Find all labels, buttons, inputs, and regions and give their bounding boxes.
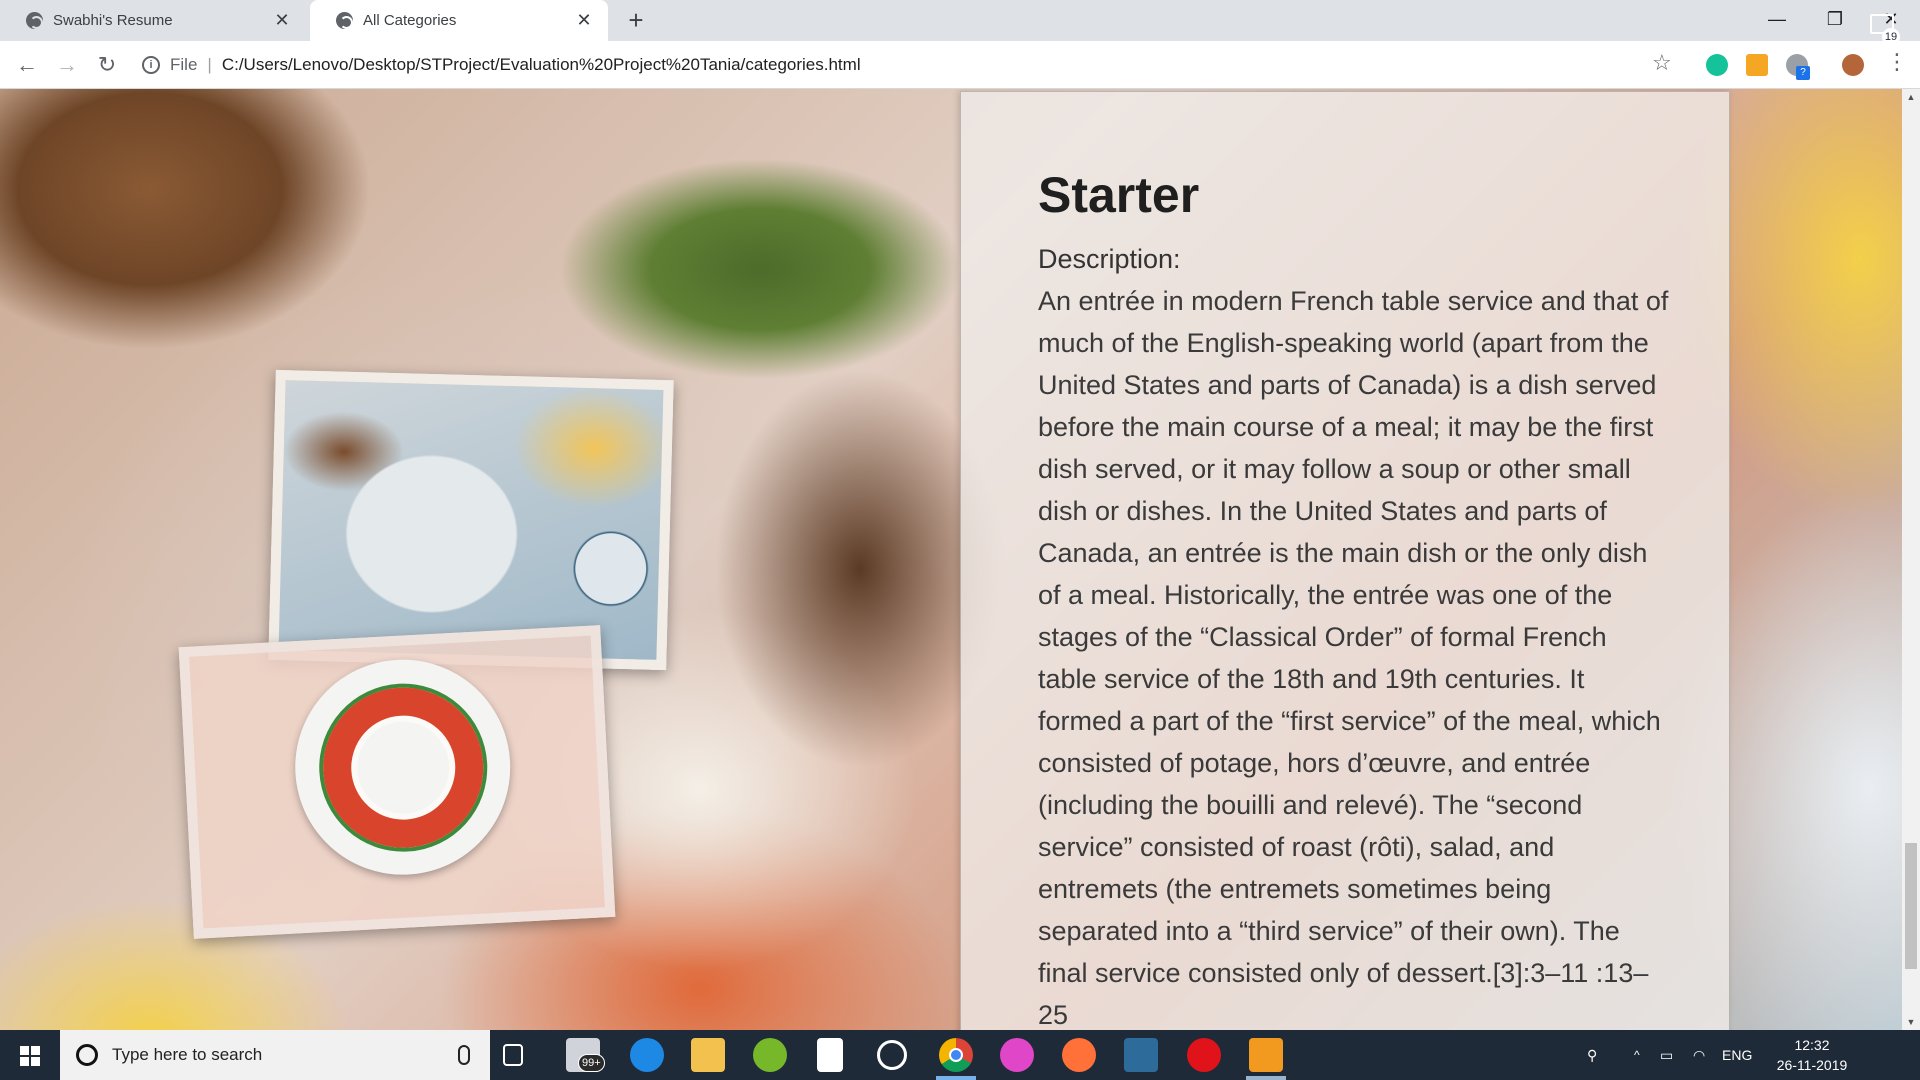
extension-icon[interactable]: [1746, 54, 1768, 76]
battery-icon[interactable]: ▭: [1660, 1030, 1673, 1080]
tomato-mozzarella-ring: [319, 683, 488, 852]
notification-count-badge: 19: [1882, 28, 1900, 46]
scroll-down-arrow-icon[interactable]: ▼: [1902, 1014, 1920, 1030]
description-label: Description:: [1038, 244, 1181, 274]
microphone-icon[interactable]: [458, 1045, 470, 1065]
search-placeholder: Type here to search: [112, 1045, 263, 1064]
scroll-up-arrow-icon[interactable]: ▲: [1902, 89, 1920, 105]
windows-logo-icon: [20, 1046, 40, 1066]
clock-time: 12:32: [1794, 1037, 1830, 1053]
page-background: Starter Description: An entrée in modern…: [0, 89, 1902, 1030]
category-heading: Starter: [1038, 167, 1200, 223]
salmon-plate-image: [268, 369, 674, 671]
mail-badge: 99+: [578, 1054, 605, 1072]
url-scheme-label: File: [170, 55, 198, 74]
sublime-text-icon[interactable]: [1249, 1038, 1283, 1072]
active-app-indicator: [936, 1076, 976, 1080]
firefox-icon[interactable]: [1062, 1038, 1096, 1072]
minimize-button[interactable]: —: [1748, 0, 1806, 41]
page-scrollbar[interactable]: ▲ ▼: [1902, 89, 1920, 1030]
system-clock[interactable]: 12:32 26-11-2019: [1772, 1035, 1852, 1075]
tab-swabhis-resume[interactable]: Swabhi's Resume ✕: [0, 0, 306, 41]
back-button[interactable]: ←: [12, 50, 42, 80]
opera-icon[interactable]: [1187, 1038, 1221, 1072]
profile-avatar[interactable]: [1842, 54, 1864, 76]
plate: [289, 654, 516, 881]
tab-title: Swabhi's Resume: [53, 12, 173, 29]
wifi-icon[interactable]: ◠: [1693, 1030, 1705, 1080]
globe-icon: [336, 12, 353, 29]
taskbar-search-box[interactable]: Type here to search: [60, 1030, 490, 1080]
close-icon[interactable]: ✕: [272, 10, 292, 31]
forward-button[interactable]: →: [52, 50, 82, 80]
info-icon[interactable]: i: [142, 56, 160, 74]
running-app-indicator: [1246, 1076, 1286, 1080]
browser-toolbar: ← → ↻ i File | C:/Users/Lenovo/Desktop/S…: [0, 41, 1920, 89]
url-text[interactable]: C:/Users/Lenovo/Desktop/STProject/Evalua…: [222, 55, 861, 75]
bookmark-star-icon[interactable]: ☆: [1652, 50, 1672, 76]
document-icon[interactable]: [817, 1038, 843, 1072]
language-indicator[interactable]: ENG: [1722, 1030, 1752, 1080]
cortana-icon: [76, 1044, 98, 1066]
file-explorer-icon[interactable]: [691, 1038, 725, 1072]
extension-badge: ?: [1796, 66, 1810, 80]
itunes-icon[interactable]: [1000, 1038, 1034, 1072]
clock-date: 26-11-2019: [1776, 1057, 1848, 1073]
browser-tab-strip: Swabhi's Resume ✕ All Categories ✕ + — ❐…: [0, 0, 1920, 41]
start-button[interactable]: [0, 1030, 60, 1080]
chrome-icon[interactable]: [939, 1038, 973, 1072]
new-tab-button[interactable]: +: [622, 5, 650, 35]
show-hidden-icons-chevron-icon[interactable]: ^: [1634, 1030, 1640, 1080]
maximize-button[interactable]: ❐: [1806, 0, 1864, 41]
groove-music-icon[interactable]: [877, 1040, 907, 1070]
caprese-plate-image: [178, 625, 616, 939]
reload-button[interactable]: ↻: [92, 50, 122, 80]
address-bar[interactable]: i File | C:/Users/Lenovo/Desktop/STProje…: [142, 48, 1692, 82]
utorrent-icon[interactable]: [753, 1038, 787, 1072]
grammarly-extension-icon[interactable]: [1706, 54, 1728, 76]
mail-icon[interactable]: 99+: [566, 1038, 605, 1072]
tab-title: All Categories: [363, 12, 457, 29]
description-text: An entrée in modern French table service…: [1038, 286, 1669, 1030]
edge-icon[interactable]: [630, 1038, 664, 1072]
tab-all-categories[interactable]: All Categories ✕: [310, 0, 608, 41]
category-description-card: Starter Description: An entrée in modern…: [960, 91, 1730, 1030]
close-icon[interactable]: ✕: [574, 10, 594, 31]
extension-icon[interactable]: ?: [1786, 54, 1810, 80]
url-separator: |: [207, 55, 212, 74]
browser-menu-icon[interactable]: ⋮: [1886, 49, 1908, 75]
windows-taskbar: Type here to search 99+ ⚲ ^ ▭ ◠ ENG 12:3…: [0, 1030, 1920, 1080]
photo-app-icon[interactable]: [1124, 1038, 1158, 1072]
globe-icon: [26, 12, 43, 29]
people-icon[interactable]: ⚲: [1587, 1030, 1597, 1080]
task-view-icon[interactable]: [503, 1044, 523, 1066]
scrollbar-thumb[interactable]: [1905, 843, 1917, 969]
